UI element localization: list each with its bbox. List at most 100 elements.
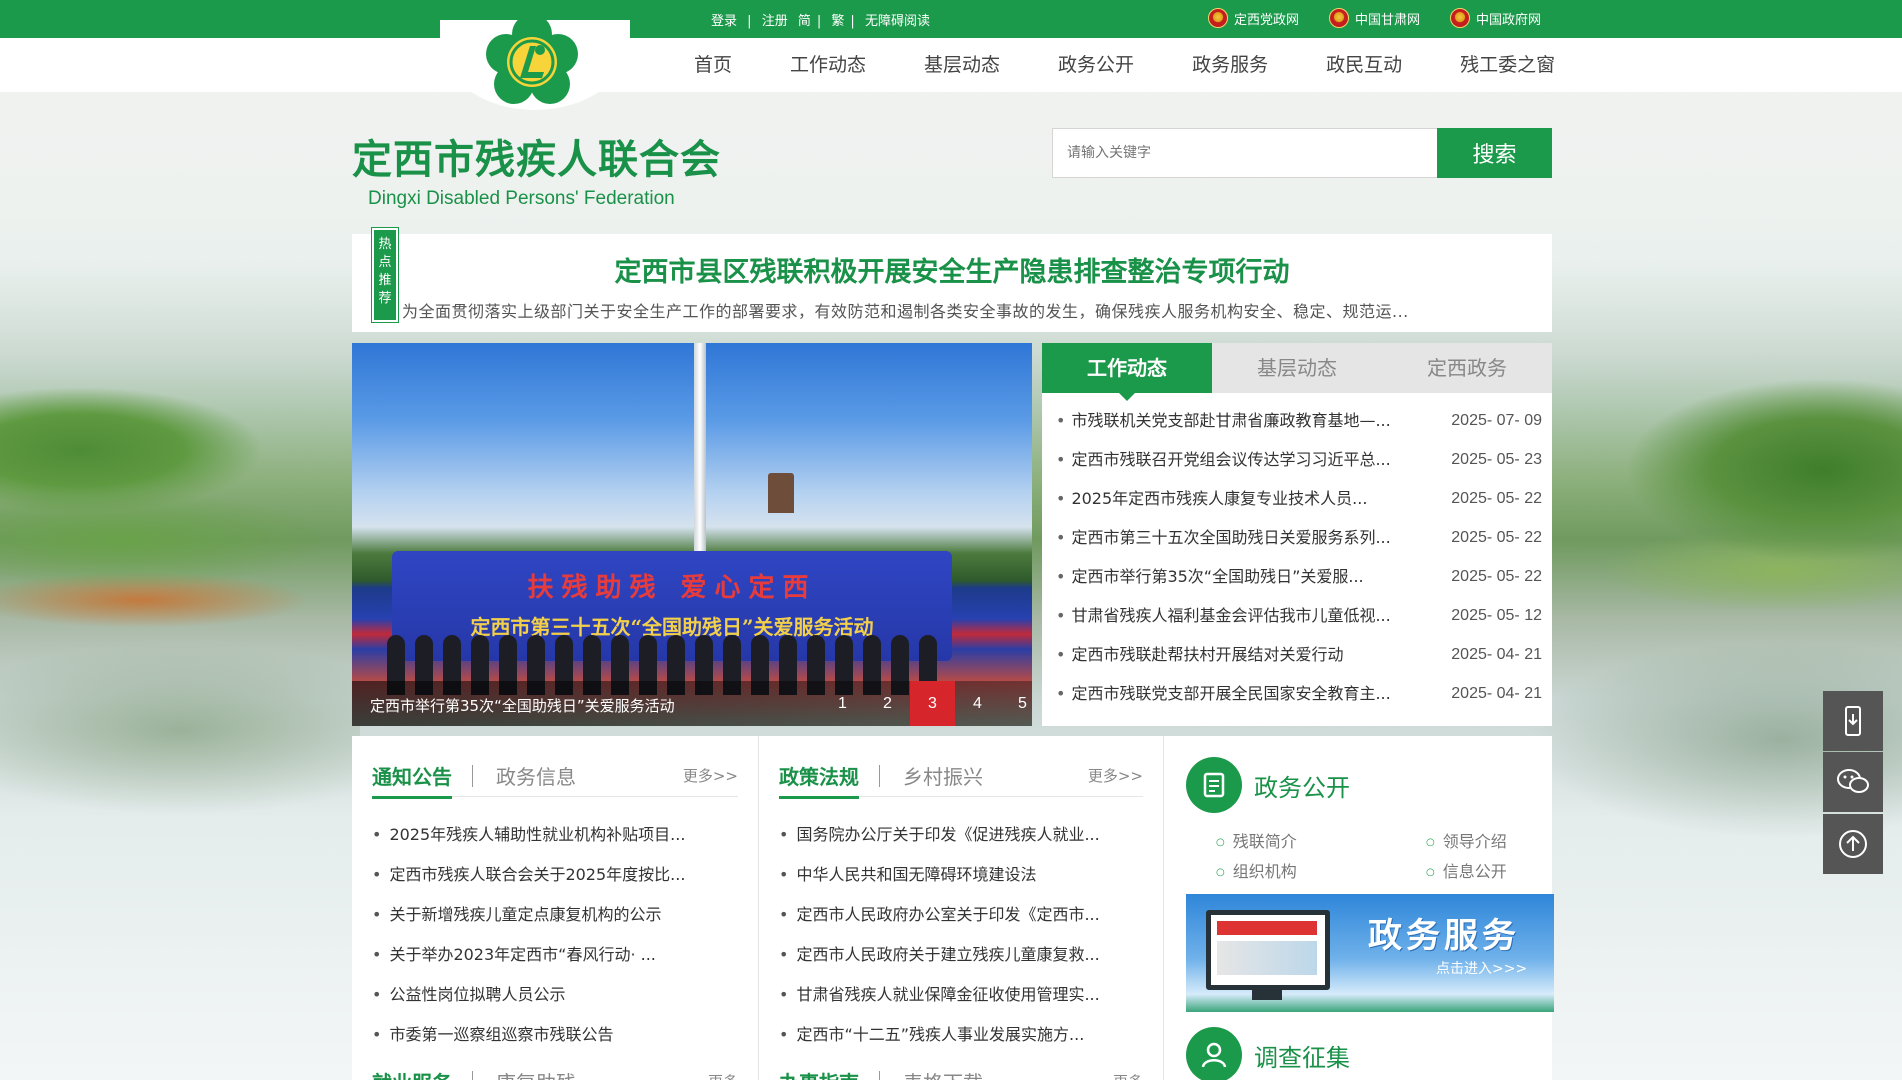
tab-forms[interactable]: 表格下载 — [903, 1067, 983, 1080]
hot-headline[interactable]: 定西市县区残联积极开展安全生产隐患排查整治专项行动 — [352, 250, 1552, 289]
list-item[interactable]: 中华人民共和国无障碍环境建设法 — [779, 855, 1143, 895]
more-link[interactable]: 更多>> — [683, 765, 738, 786]
list-item[interactable]: 2025年残疾人辅助性就业机构补贴项目... — [372, 815, 738, 855]
federation-logo-icon[interactable] — [486, 14, 578, 110]
separator: | — [747, 14, 752, 29]
site-title: 定西市残疾人联合会 — [352, 137, 721, 183]
news-title[interactable]: 甘肃省残疾人福利基金会评估我市儿童低视... — [1056, 596, 1406, 635]
accessible-reading-link[interactable]: 无障碍阅读 — [865, 14, 930, 29]
slider-pagination: 1 2 3 4 5 — [820, 681, 1032, 726]
list-item[interactable]: 定西市“十二五”残疾人事业发展实施方... — [779, 1015, 1143, 1055]
hot-recommendation: 热点推荐 定西市县区残联积极开展安全生产隐患排查整治专项行动 为全面贯彻落实上级… — [352, 227, 1552, 332]
list-item[interactable]: 定西市残联召开党组会议传达学习习近平总... 2025- 05- 23 — [1056, 440, 1542, 479]
list-item[interactable]: 甘肃省残疾人福利基金会评估我市儿童低视... 2025- 05- 12 — [1056, 596, 1542, 635]
divider — [472, 765, 473, 787]
site-link-dingxi[interactable]: 定西党政网 — [1208, 8, 1299, 28]
list-item[interactable]: 定西市人民政府关于建立残疾儿童康复救... — [779, 935, 1143, 975]
nav-home[interactable]: 首页 — [665, 38, 761, 92]
tab-guide[interactable]: 办事指南 — [779, 1067, 859, 1080]
nav-gov-open[interactable]: 政务公开 — [1029, 38, 1163, 92]
link-leaders[interactable]: 领导介绍 — [1426, 828, 1556, 852]
notice-list: 2025年残疾人辅助性就业机构补贴项目... 定西市残疾人联合会关于2025年度… — [372, 815, 738, 1055]
list-item[interactable]: 定西市举行第35次“全国助残日”关爱服... 2025- 05- 22 — [1056, 557, 1542, 596]
survey-title[interactable]: 调查征集 — [1254, 1038, 1350, 1073]
separator: | — [816, 14, 822, 29]
tab-rural[interactable]: 乡村振兴 — [903, 761, 983, 790]
gov-open-header: 政务公开 — [1186, 756, 1532, 814]
mobile-icon — [1845, 706, 1861, 736]
user-icon — [1186, 1027, 1242, 1080]
news-title[interactable]: 定西市残联召开党组会议传达学习习近平总... — [1056, 440, 1406, 479]
list-item[interactable]: 公益性岗位拟聘人员公示 — [372, 975, 738, 1015]
tab-work-news[interactable]: 工作动态 — [1042, 343, 1212, 401]
news-title[interactable]: 定西市举行第35次“全国助残日”关爱服... — [1056, 557, 1406, 596]
search-button[interactable]: 搜索 — [1437, 128, 1552, 178]
register-link[interactable]: 注册 — [762, 14, 788, 29]
tab-employment[interactable]: 就业服务 — [372, 1067, 452, 1080]
list-item[interactable]: 甘肃省残疾人就业保障金征收使用管理实... — [779, 975, 1143, 1015]
tab-rehab[interactable]: 康复助残 — [496, 1067, 576, 1080]
nav-local-news[interactable]: 基层动态 — [895, 38, 1029, 92]
slide-dot[interactable]: 5 — [1000, 681, 1032, 726]
tab-local-news[interactable]: 基层动态 — [1212, 343, 1382, 393]
more-link[interactable]: 更多>> — [1088, 765, 1143, 786]
news-date: 2025- 04- 21 — [1451, 685, 1542, 702]
mobile-version-button[interactable] — [1823, 691, 1883, 751]
link-intro[interactable]: 残联简介 — [1216, 828, 1426, 852]
news-title[interactable]: 定西市第三十五次全国助残日关爱服务系列... — [1056, 518, 1406, 557]
tab-notice[interactable]: 通知公告 — [372, 761, 452, 799]
policy-list: 国务院办公厅关于印发《促进残疾人就业... 中华人民共和国无障碍环境建设法 定西… — [779, 815, 1143, 1055]
banner-line-1: 扶残助残 爱心定西 — [527, 573, 817, 603]
traditional-link[interactable]: 繁 — [831, 14, 844, 29]
nav-committee[interactable]: 残工委之窗 — [1431, 38, 1584, 92]
nav-interaction[interactable]: 政民互动 — [1297, 38, 1431, 92]
list-item[interactable]: 定西市第三十五次全国助残日关爱服务系列... 2025- 05- 22 — [1056, 518, 1542, 557]
link-organization[interactable]: 组织机构 — [1216, 858, 1426, 882]
search-input[interactable] — [1052, 128, 1438, 178]
list-item[interactable]: 国务院办公厅关于印发《促进残疾人就业... — [779, 815, 1143, 855]
news-title[interactable]: 市残联机关党支部赴甘肃省廉政教育基地—... — [1056, 401, 1406, 440]
list-item[interactable]: 关于举办2023年定西市“春风行动· ... — [372, 935, 738, 975]
slide-dot-active[interactable]: 3 — [910, 681, 955, 726]
news-title[interactable]: 定西市残联赴帮扶村开展结对关爱行动 — [1056, 635, 1406, 674]
news-panel: 工作动态 基层动态 定西政务 市残联机关党支部赴甘肃省廉政教育基地—... 202… — [1042, 343, 1552, 726]
site-label: 定西党政网 — [1234, 12, 1300, 28]
more-link[interactable]: 更多 — [1113, 1071, 1143, 1080]
slide-dot[interactable]: 1 — [820, 681, 865, 726]
list-item[interactable]: 定西市残疾人联合会关于2025年度按比... — [372, 855, 738, 895]
service-banner-enter: 点击进入>>> — [1436, 961, 1528, 977]
list-item[interactable]: 关于新增残疾儿童定点康复机构的公示 — [372, 895, 738, 935]
news-date: 2025- 05- 23 — [1451, 451, 1542, 468]
gov-service-banner[interactable]: 政务服务 点击进入>>> — [1186, 894, 1554, 1012]
image-slider[interactable]: 扶残助残 爱心定西 定西市第三十五次“全国助残日”关爱服务活动 定西市举行第35… — [352, 343, 1032, 726]
simplified-link[interactable]: 简 — [798, 14, 811, 29]
list-item[interactable]: 定西市残联党支部开展全民国家安全教育主... 2025- 04- 21 — [1056, 674, 1542, 713]
tab-dingxi-gov[interactable]: 定西政务 — [1382, 343, 1552, 393]
site-link-gansu[interactable]: 中国甘肃网 — [1329, 8, 1420, 28]
back-to-top-icon — [1839, 830, 1867, 858]
list-item[interactable]: 市委第一巡察组巡察市残联公告 — [372, 1015, 738, 1055]
more-link[interactable]: 更多 — [708, 1071, 738, 1080]
tab-gov-info[interactable]: 政务信息 — [496, 761, 576, 790]
nav-gov-service[interactable]: 政务服务 — [1163, 38, 1297, 92]
slide-dot[interactable]: 2 — [865, 681, 910, 726]
login-link[interactable]: 登录 — [711, 14, 737, 29]
list-item[interactable]: 定西市残联赴帮扶村开展结对关爱行动 2025- 04- 21 — [1056, 635, 1542, 674]
list-item[interactable]: 定西市人民政府办公室关于印发《定西市... — [779, 895, 1143, 935]
news-date: 2025- 05- 22 — [1451, 490, 1542, 507]
nav-work-news[interactable]: 工作动态 — [761, 38, 895, 92]
news-title[interactable]: 2025年定西市残疾人康复专业技术人员... — [1056, 479, 1406, 518]
tab-policy[interactable]: 政策法规 — [779, 761, 859, 799]
wechat-button[interactable] — [1823, 752, 1883, 812]
link-info-open[interactable]: 信息公开 — [1426, 858, 1556, 882]
slide-dot[interactable]: 4 — [955, 681, 1000, 726]
slide-caption[interactable]: 定西市举行第35次“全国助残日”关爱服务活动 — [370, 695, 675, 716]
list-item[interactable]: 市残联机关党支部赴甘肃省廉政教育基地—... 2025- 07- 09 — [1056, 401, 1542, 440]
national-emblem-icon — [1329, 8, 1350, 28]
news-title[interactable]: 定西市残联党支部开展全民国家安全教育主... — [1056, 674, 1406, 713]
news-tabs: 工作动态 基层动态 定西政务 — [1042, 343, 1552, 401]
gov-open-title[interactable]: 政务公开 — [1254, 768, 1350, 803]
site-link-gov[interactable]: 中国政府网 — [1450, 8, 1541, 28]
back-to-top-button[interactable] — [1823, 814, 1883, 874]
list-item[interactable]: 2025年定西市残疾人康复专业技术人员... 2025- 05- 22 — [1056, 479, 1542, 518]
